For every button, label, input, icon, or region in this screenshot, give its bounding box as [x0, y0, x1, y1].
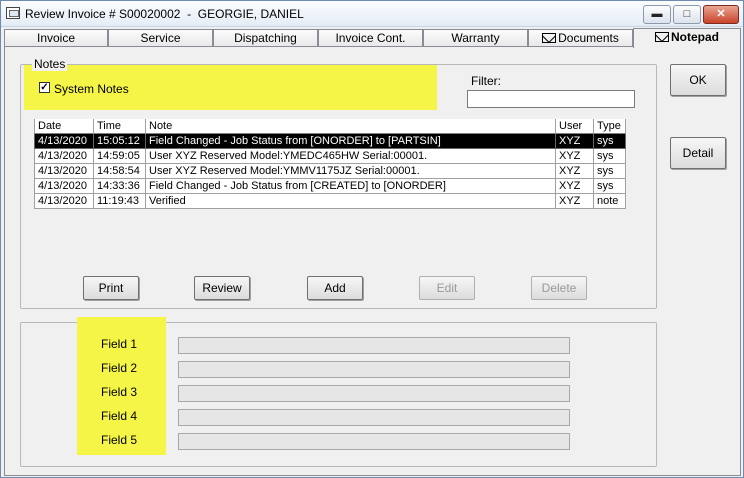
- envelope-icon: [655, 32, 669, 42]
- field-4-label: Field 4: [101, 409, 138, 423]
- envelope-icon: [542, 33, 557, 43]
- col-header-user[interactable]: User: [556, 119, 594, 134]
- filter-input[interactable]: [467, 90, 635, 108]
- tab-label: Documents: [558, 31, 619, 45]
- cell-time: 11:19:43: [94, 194, 146, 209]
- cell-date: 4/13/2020: [34, 134, 94, 149]
- tab-strip: Invoice Service Dispatching Invoice Cont…: [4, 28, 742, 48]
- table-row[interactable]: 4/13/2020 14:33:36 Field Changed - Job S…: [34, 179, 628, 194]
- cell-type: sys: [594, 134, 626, 149]
- title-bar[interactable]: Review Invoice # S00020002 - GEORGIE, DA…: [1, 1, 743, 27]
- notes-grid[interactable]: Date Time Note User Type 4/13/2020 15:05…: [34, 119, 628, 213]
- field-5-label: Field 5: [101, 433, 138, 447]
- close-button[interactable]: ✕: [703, 5, 739, 24]
- table-row[interactable]: 4/13/2020 11:19:43 Verified XYZ note: [34, 194, 628, 209]
- system-notes-label[interactable]: System Notes: [54, 82, 129, 96]
- grid-header: Date Time Note User Type: [34, 119, 628, 134]
- maximize-button[interactable]: □: [673, 5, 701, 24]
- window-title: Review Invoice # S00020002 - GEORGIE, DA…: [25, 7, 304, 21]
- system-notes-checkbox[interactable]: ✓: [39, 82, 50, 93]
- cell-note: User XYZ Reserved Model:YMEDC465HW Seria…: [146, 149, 556, 164]
- cell-time: 15:05:12: [94, 134, 146, 149]
- field-1-input[interactable]: [178, 337, 570, 354]
- cell-date: 4/13/2020: [34, 149, 94, 164]
- tab-label: Warranty: [451, 31, 500, 45]
- tab-notepad[interactable]: Notepad: [633, 28, 741, 48]
- cell-date: 4/13/2020: [34, 194, 94, 209]
- tab-dispatching[interactable]: Dispatching: [213, 29, 318, 47]
- field-5-input[interactable]: [178, 433, 570, 450]
- col-header-type[interactable]: Type: [594, 119, 626, 134]
- cell-type: sys: [594, 179, 626, 194]
- field-4-input[interactable]: [178, 409, 570, 426]
- cell-note: Verified: [146, 194, 556, 209]
- cell-date: 4/13/2020: [34, 164, 94, 179]
- tab-documents[interactable]: Documents: [528, 29, 633, 47]
- review-invoice-window: Review Invoice # S00020002 - GEORGIE, DA…: [0, 0, 744, 478]
- notes-group-title: Notes: [32, 57, 68, 71]
- cell-time: 14:59:05: [94, 149, 146, 164]
- cell-note: Field Changed - Job Status from [CREATED…: [146, 179, 556, 194]
- table-row[interactable]: 4/13/2020 14:58:54 User XYZ Reserved Mod…: [34, 164, 628, 179]
- tab-label: Invoice Cont.: [335, 31, 406, 45]
- tab-label: Invoice: [36, 31, 76, 45]
- field-2-input[interactable]: [178, 361, 570, 378]
- delete-button[interactable]: Delete: [531, 276, 587, 300]
- tab-warranty[interactable]: Warranty: [423, 29, 528, 47]
- app-icon: [6, 7, 20, 19]
- cell-user: XYZ: [556, 164, 594, 179]
- tab-service[interactable]: Service: [108, 29, 213, 47]
- cell-time: 14:33:36: [94, 179, 146, 194]
- notepad-panel: Notes ✓ System Notes Filter: Date Time N…: [4, 46, 741, 476]
- tab-invoice-cont[interactable]: Invoice Cont.: [318, 29, 423, 47]
- table-row[interactable]: 4/13/2020 14:59:05 User XYZ Reserved Mod…: [34, 149, 628, 164]
- cell-type: note: [594, 194, 626, 209]
- cell-user: XYZ: [556, 134, 594, 149]
- detail-button[interactable]: Detail: [670, 137, 726, 169]
- add-button[interactable]: Add: [307, 276, 363, 300]
- cell-user: XYZ: [556, 149, 594, 164]
- col-header-note[interactable]: Note: [146, 119, 556, 134]
- cell-user: XYZ: [556, 179, 594, 194]
- field-3-label: Field 3: [101, 385, 138, 399]
- cell-type: sys: [594, 149, 626, 164]
- tab-label: Dispatching: [234, 31, 297, 45]
- filter-label: Filter:: [471, 74, 501, 88]
- minimize-button[interactable]: ▬: [643, 5, 671, 24]
- ok-button[interactable]: OK: [670, 64, 726, 96]
- col-header-date[interactable]: Date: [34, 119, 94, 134]
- cell-user: XYZ: [556, 194, 594, 209]
- cell-note: User XYZ Reserved Model:YMMV1175JZ Seria…: [146, 164, 556, 179]
- print-button[interactable]: Print: [83, 276, 139, 300]
- field-2-label: Field 2: [101, 361, 138, 375]
- tab-label: Notepad: [671, 30, 719, 44]
- review-button[interactable]: Review: [194, 276, 250, 300]
- field-3-input[interactable]: [178, 385, 570, 402]
- tab-invoice[interactable]: Invoice: [4, 29, 108, 47]
- cell-date: 4/13/2020: [34, 179, 94, 194]
- edit-button[interactable]: Edit: [419, 276, 475, 300]
- cell-type: sys: [594, 164, 626, 179]
- cell-time: 14:58:54: [94, 164, 146, 179]
- field-1-label: Field 1: [101, 337, 138, 351]
- table-row[interactable]: 4/13/2020 15:05:12 Field Changed - Job S…: [34, 134, 628, 149]
- tab-label: Service: [140, 31, 181, 45]
- cell-note: Field Changed - Job Status from [ONORDER…: [146, 134, 556, 149]
- col-header-time[interactable]: Time: [94, 119, 146, 134]
